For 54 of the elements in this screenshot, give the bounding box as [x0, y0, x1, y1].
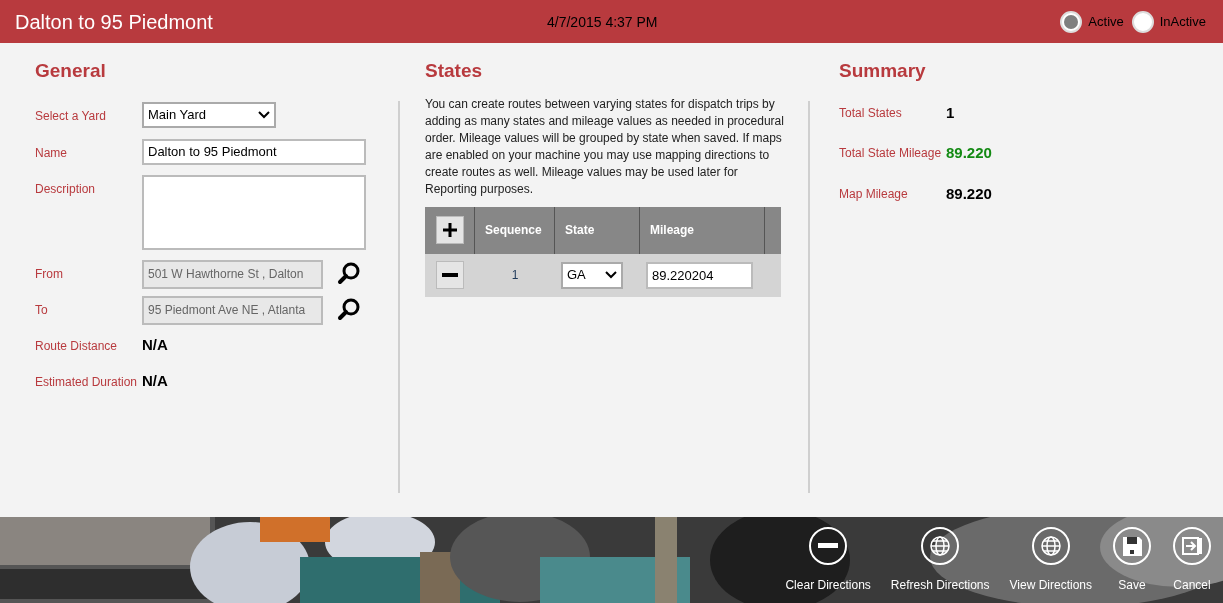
caret-icon — [258, 110, 270, 119]
field-label: Select a Yard — [35, 107, 107, 125]
address-field: 95 Piedmont Ave NE , Atlanta — [142, 295, 323, 325]
state-dropdown[interactable]: GA — [561, 261, 623, 289]
toolbar-button[interactable]: View Directions — [1006, 517, 1095, 594]
window-title: Dalton to 95 Piedmont — [15, 9, 214, 35]
column-header: Sequence — [485, 222, 542, 239]
field-label: To — [35, 301, 49, 319]
field-label: Name — [35, 144, 68, 162]
field-label: From — [35, 265, 64, 283]
section-heading: States — [425, 59, 484, 83]
section-heading: General — [35, 59, 107, 83]
field-label: Estimated Duration — [35, 373, 139, 391]
summary-label: Total States — [839, 104, 903, 122]
globe-icon — [920, 526, 961, 566]
description-field[interactable] — [142, 174, 366, 250]
exit-icon — [1172, 526, 1212, 566]
toolbar-button[interactable]: Clear Directions — [782, 517, 874, 594]
description-text: You can create routes between varying states for dispatch trips by adding as many states and mileage values as needed in procedural order. Mileage values will be grouped by state when saved. If maps are enabled on your machine you may use mapping directions to create routes as well. Mileage values may be used later for Reporting purposes. — [425, 95, 785, 198]
mileage-field[interactable]: 89.220204 — [646, 261, 753, 289]
summary-value: 89.220 — [946, 183, 992, 204]
plus-icon — [440, 221, 459, 239]
radio-label: InActive — [1159, 12, 1206, 31]
column-header: Mileage — [650, 222, 694, 239]
column-header: State — [565, 222, 595, 239]
toolbar-button[interactable]: Cancel — [1169, 517, 1215, 594]
remove-row-button[interactable] — [436, 261, 464, 289]
name-field[interactable]: Dalton to 95 Piedmont — [142, 138, 366, 165]
summary-value: 1 — [946, 102, 955, 123]
toolbar-button[interactable]: Save — [1109, 517, 1155, 594]
yard-dropdown[interactable]: Main Yard — [142, 101, 276, 128]
search-icon[interactable] — [337, 260, 361, 285]
add-row-button[interactable] — [435, 216, 464, 244]
caret-icon — [605, 271, 617, 279]
readout-value: N/A — [142, 334, 168, 355]
radio-button[interactable] — [1060, 10, 1083, 33]
search-icon[interactable] — [337, 296, 361, 321]
summary-label: Total State Mileage — [839, 145, 943, 163]
radio-label: Active — [1088, 12, 1124, 31]
date-time: 4/7/2015 4:37 PM — [547, 13, 658, 32]
section-heading: Summary — [839, 59, 927, 83]
summary-label: Map Mileage — [839, 185, 909, 203]
toolbar-button[interactable]: Refresh Directions — [887, 517, 993, 594]
readout-value: N/A — [142, 370, 168, 391]
sequence-number: 1 — [511, 267, 519, 284]
minus-icon — [442, 273, 458, 277]
floppy-disk-icon — [1112, 526, 1152, 566]
globe-icon — [1030, 526, 1071, 566]
field-label: Description — [35, 180, 97, 198]
radio-button[interactable] — [1131, 10, 1154, 33]
address-field: 501 W Hawthorne St , Dalton — [142, 259, 323, 289]
field-label: Route Distance — [35, 337, 119, 355]
summary-value: 89.220 — [946, 143, 992, 163]
minus-circle-icon — [808, 526, 849, 566]
